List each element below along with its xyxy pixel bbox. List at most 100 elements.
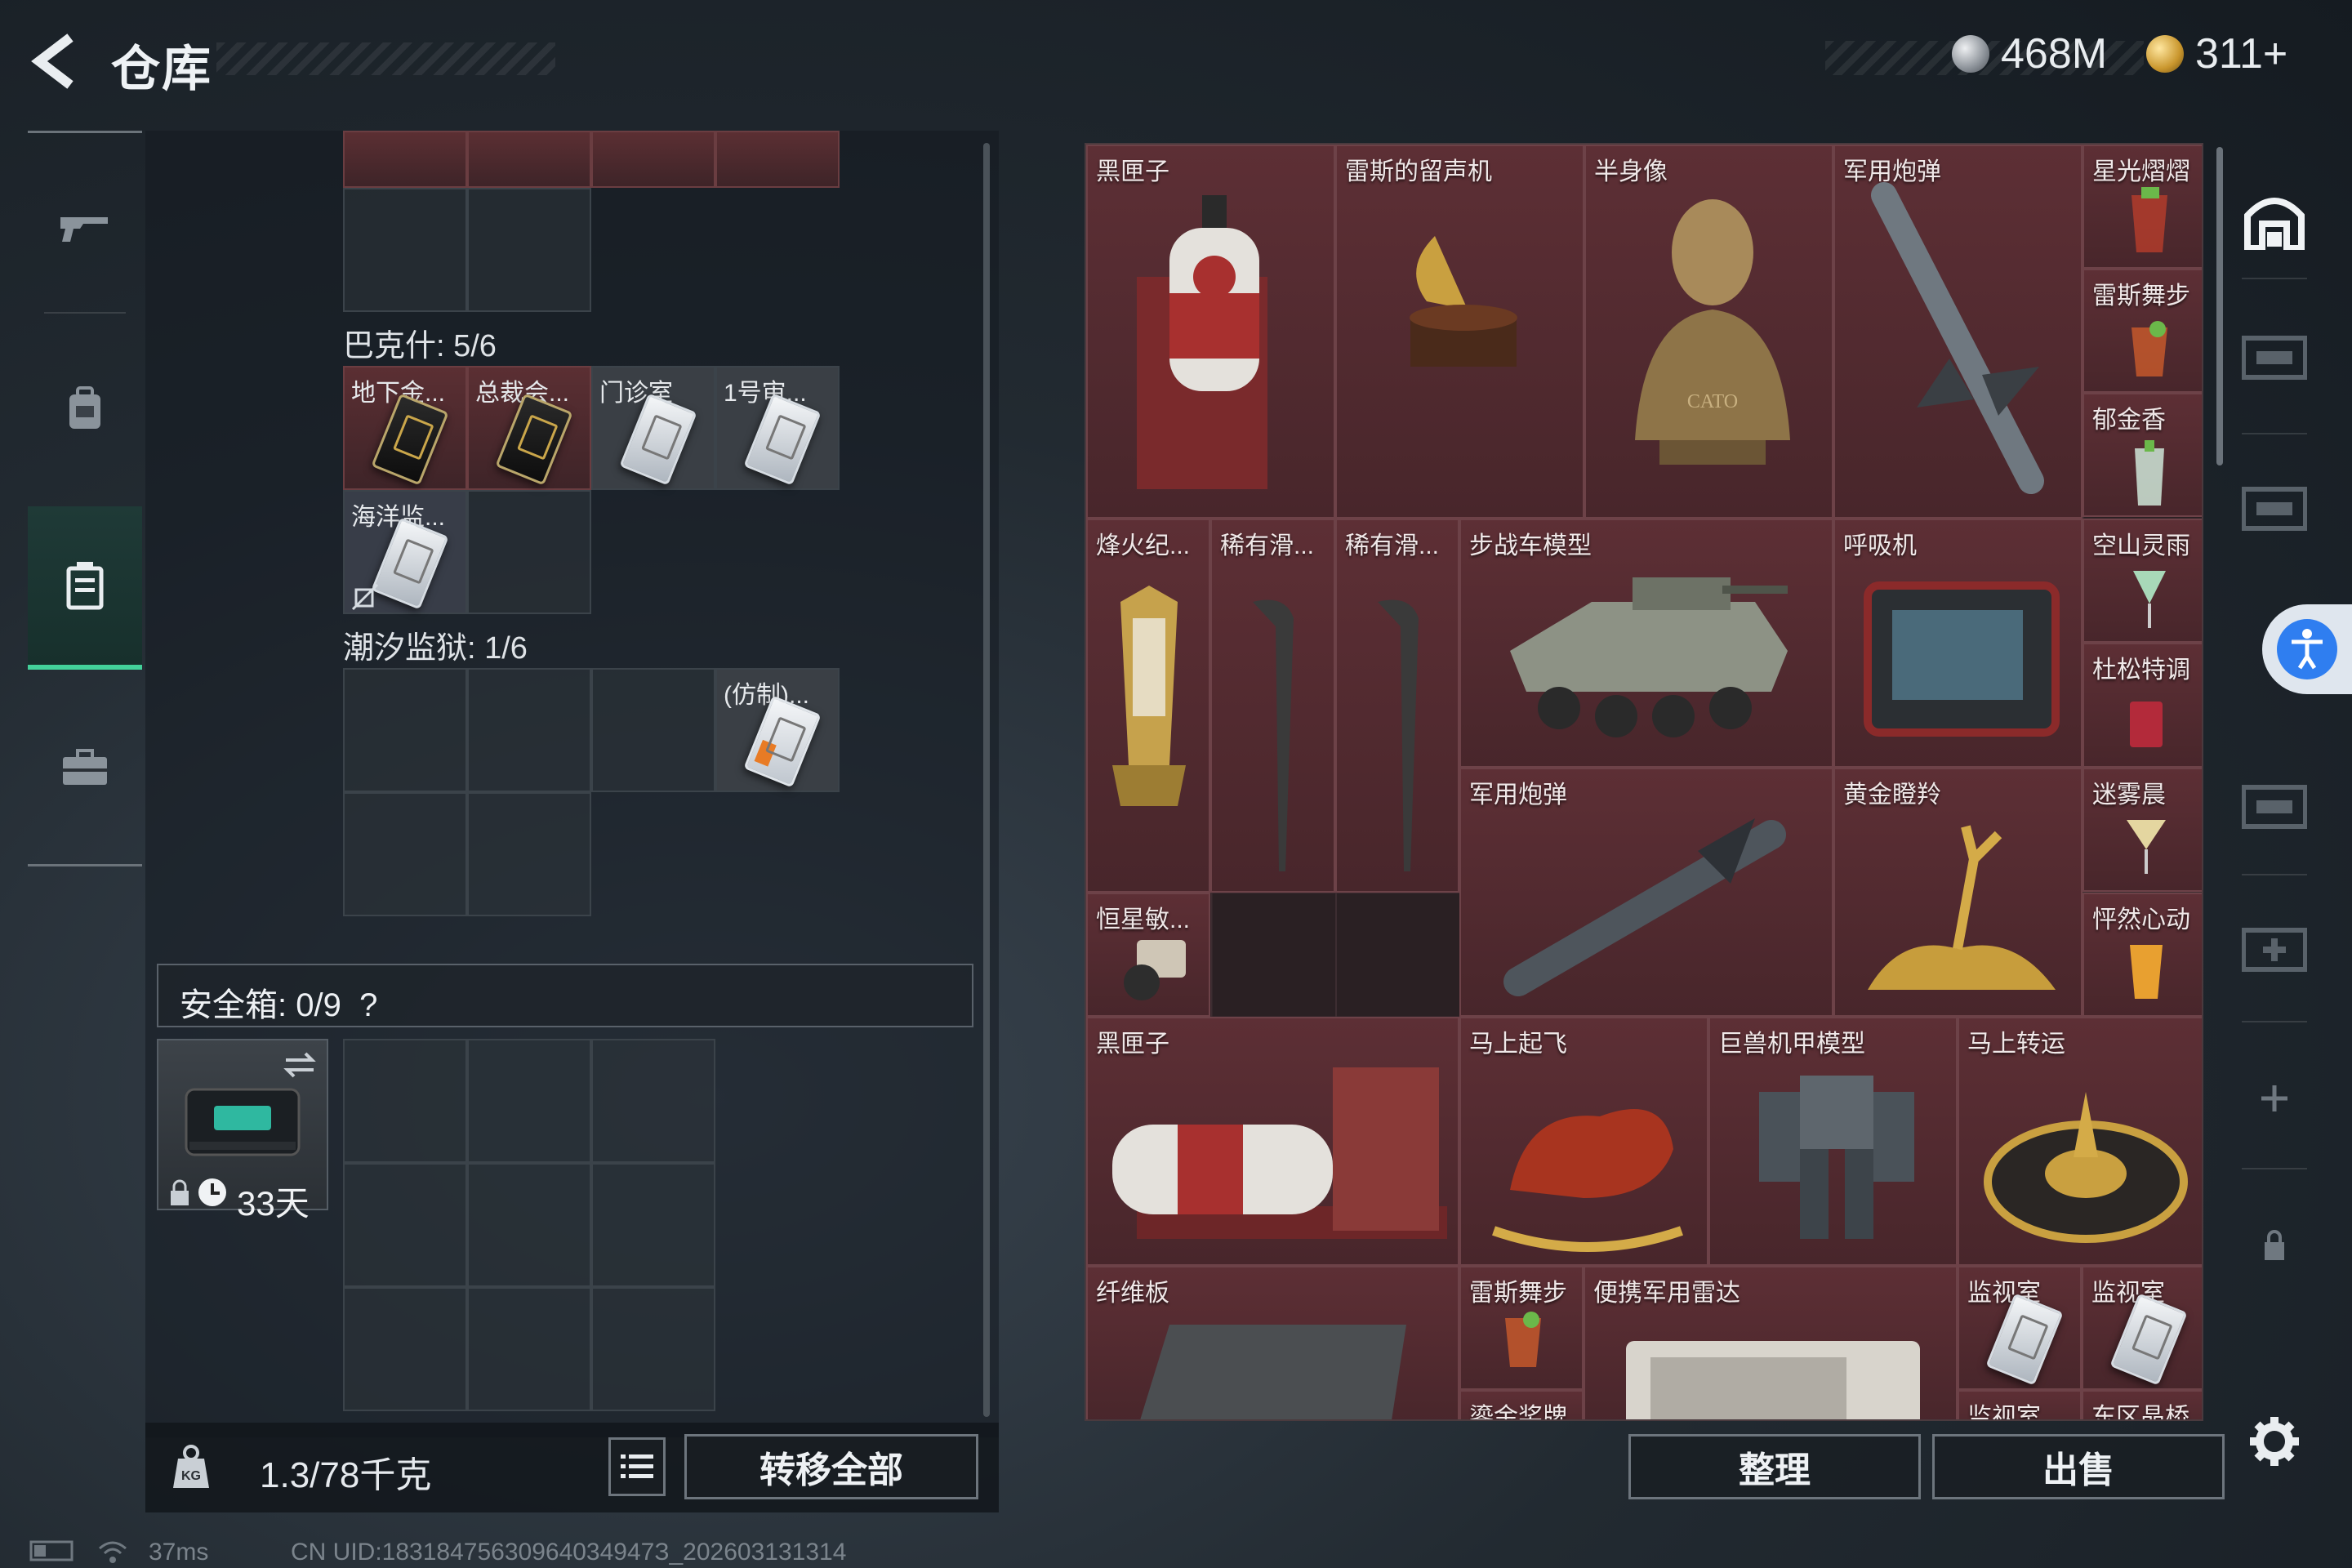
- keycard-item[interactable]: 监视室: [1958, 1266, 2082, 1390]
- item-bust[interactable]: 半身像 CATO: [1584, 145, 1833, 519]
- grid-cell[interactable]: [467, 188, 591, 312]
- phonograph-icon: [1410, 236, 1517, 367]
- item-camera[interactable]: 恒星敏...: [1086, 893, 1210, 1017]
- cocktail-icon: [1505, 1312, 1541, 1367]
- lock-icon[interactable]: [2238, 1209, 2311, 1282]
- grid-cell[interactable]: [467, 1039, 591, 1163]
- item-golden-gazelle[interactable]: 黄金瞪羚: [1833, 768, 2082, 1017]
- item-drink[interactable]: 雷斯舞步: [2082, 269, 2202, 393]
- item-drink[interactable]: 星光熠熠: [2082, 145, 2202, 269]
- item-military-shell[interactable]: 军用炮弹: [1833, 145, 2082, 519]
- item-black-box[interactable]: 黑匣子: [1086, 145, 1335, 519]
- silver-currency[interactable]: 468M: [1952, 29, 2107, 78]
- item-gilded-medal[interactable]: 鎏金奖牌: [1459, 1390, 1584, 1419]
- settings-gear-icon[interactable]: [2238, 1405, 2311, 1478]
- item-label: 雷斯舞步: [1469, 1280, 1567, 1307]
- keycard-item[interactable]: 门诊室: [591, 366, 715, 490]
- grid-cell[interactable]: [467, 668, 591, 792]
- add-storage-icon[interactable]: [2238, 1062, 2311, 1135]
- item-mech-model[interactable]: 巨兽机甲模型: [1708, 1017, 1958, 1266]
- keycard-item[interactable]: (仿制)...: [715, 668, 840, 792]
- item-golden-turntable[interactable]: 马上转运: [1958, 1017, 2202, 1266]
- grid-cell[interactable]: [343, 131, 467, 188]
- medical-storage-icon[interactable]: [2238, 915, 2311, 988]
- briefcase-icon: [63, 749, 107, 785]
- grid-cell[interactable]: [467, 792, 591, 916]
- item-label: 雷斯舞步: [2092, 283, 2190, 310]
- grid-cell[interactable]: [591, 1039, 715, 1163]
- warehouse-scrollbar[interactable]: [2216, 147, 2223, 466]
- keycard-item[interactable]: 监视室: [2082, 1266, 2202, 1390]
- grid-cell[interactable]: [467, 131, 591, 188]
- item-rocking-horse[interactable]: 马上起飞: [1459, 1017, 1708, 1266]
- item-drink[interactable]: 杜松特调: [2082, 643, 2202, 768]
- safebox-header: 安全箱: 0/9 ?: [157, 964, 973, 1027]
- gazelle-statue-icon: [1868, 825, 2056, 990]
- backpack-scrollbar[interactable]: [983, 143, 990, 1417]
- list-icon: [621, 1454, 653, 1478]
- item-phonograph[interactable]: 雷斯的留声机: [1335, 145, 1584, 519]
- sidebar-item-backpack[interactable]: [28, 327, 142, 490]
- swap-icon[interactable]: [281, 1049, 318, 1081]
- transfer-all-button[interactable]: 转移全部: [684, 1434, 978, 1499]
- storage-tier-3-icon[interactable]: [2238, 323, 2311, 396]
- warehouse-home-icon[interactable]: [2238, 184, 2311, 257]
- storage-tier-3b-icon[interactable]: [2238, 772, 2311, 845]
- sort-button[interactable]: 整理: [1628, 1434, 1921, 1499]
- sidebar-item-storage[interactable]: [28, 506, 142, 670]
- ping-readout: 37ms: [149, 1539, 209, 1566]
- item-ventilator[interactable]: 呼吸机: [1833, 519, 2082, 768]
- grid-cell[interactable]: [591, 668, 715, 792]
- item-rare-musket[interactable]: 稀有滑...: [1335, 519, 1459, 893]
- help-icon[interactable]: ?: [359, 987, 377, 1023]
- grid-cell[interactable]: [467, 1163, 591, 1287]
- golden-wheel-icon: [1984, 1092, 2188, 1243]
- grid-cell[interactable]: [591, 1163, 715, 1287]
- list-view-button[interactable]: [608, 1437, 666, 1496]
- sidebar-item-equipment[interactable]: [28, 686, 142, 849]
- grid-cell[interactable]: [343, 1039, 467, 1163]
- keycard-item[interactable]: 东区晶桥: [2082, 1390, 2202, 1421]
- item-drink[interactable]: 郁金香: [2082, 393, 2202, 517]
- keycard-item[interactable]: 海洋监...: [343, 490, 467, 614]
- back-arrow-icon[interactable]: [29, 33, 78, 90]
- sidebar-item-weapons[interactable]: [28, 147, 142, 310]
- item-fiberboard[interactable]: 纤维板: [1086, 1266, 1459, 1419]
- item-beacon-memorial[interactable]: 烽火纪...: [1086, 519, 1210, 893]
- storage-tier-4-icon[interactable]: [2238, 474, 2311, 547]
- item-drink[interactable]: 雷斯舞步: [1459, 1266, 1584, 1390]
- grid-cell[interactable]: [591, 131, 715, 188]
- accessibility-button[interactable]: [2262, 604, 2352, 694]
- keycard-item[interactable]: 总裁会...: [467, 366, 591, 490]
- item-drink[interactable]: 迷雾晨: [2082, 768, 2202, 892]
- musket-icon: [1253, 599, 1294, 871]
- gold-coin-icon: [2146, 35, 2184, 73]
- grid-cell[interactable]: [343, 668, 467, 792]
- item-military-shell[interactable]: 军用炮弹: [1459, 768, 1833, 1017]
- safebox-item[interactable]: 33天: [157, 1039, 328, 1223]
- item-label: 迷雾晨: [2092, 782, 2166, 808]
- item-drink[interactable]: 怦然心动: [2082, 893, 2202, 1017]
- item-label: 东区晶桥: [2091, 1404, 2189, 1421]
- grid-cell[interactable]: [467, 1287, 591, 1411]
- grid-cell[interactable]: [715, 131, 840, 188]
- keycard-item[interactable]: 1号审...: [715, 366, 840, 490]
- keycard-item[interactable]: 地下金...: [343, 366, 467, 490]
- item-rare-musket[interactable]: 稀有滑...: [1210, 519, 1335, 893]
- grid-cell[interactable]: [467, 490, 591, 614]
- item-drink[interactable]: 空山灵雨: [2082, 519, 2202, 643]
- grid-cell[interactable]: [343, 792, 467, 916]
- item-label: 黄金瞪羚: [1843, 782, 1941, 808]
- gold-currency[interactable]: 311+: [2146, 29, 2287, 78]
- grid-cell[interactable]: [591, 1287, 715, 1411]
- item-portable-radar[interactable]: 便携军用雷达: [1584, 1266, 1958, 1419]
- category-sidebar: [28, 131, 142, 874]
- grid-cell[interactable]: [343, 188, 467, 312]
- grid-cell[interactable]: [343, 1287, 467, 1411]
- grid-cell[interactable]: [343, 1163, 467, 1287]
- item-ifv-model[interactable]: 步战车模型: [1459, 519, 1833, 768]
- item-black-box[interactable]: 黑匣子: [1086, 1017, 1459, 1266]
- keycard-item[interactable]: 监视室: [1958, 1390, 2082, 1419]
- sell-button[interactable]: 出售: [1932, 1434, 2225, 1499]
- cocktail-icon: [2130, 702, 2163, 747]
